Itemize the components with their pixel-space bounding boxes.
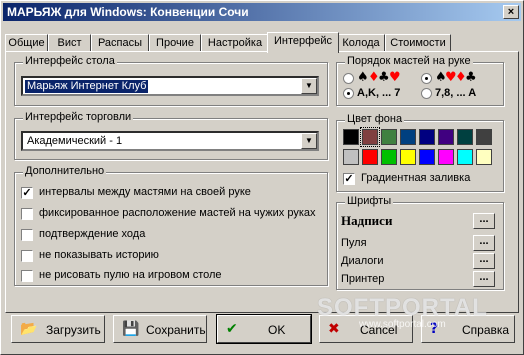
font-item-printer: Принтер bbox=[341, 273, 385, 285]
tab-deck[interactable]: Колода bbox=[337, 34, 385, 51]
color-swatch[interactable] bbox=[343, 149, 359, 165]
trade-interface-label: Интерфейс торговли bbox=[23, 111, 134, 123]
color-swatch[interactable] bbox=[419, 129, 435, 145]
trade-interface-value: Академический - 1 bbox=[27, 135, 123, 147]
option-label-5: не рисовать пулю на игровом столе bbox=[39, 269, 222, 281]
color-swatch[interactable] bbox=[476, 149, 492, 165]
dialog-window: МАРЬЯЖ для Windows: Конвенции Сочи × Общ… bbox=[0, 0, 524, 355]
trade-interface-select[interactable]: Академический - 1 ▼ bbox=[21, 131, 319, 151]
color-swatch[interactable] bbox=[381, 149, 397, 165]
option-checkbox-2[interactable] bbox=[21, 208, 33, 220]
heart-icon: ♥ bbox=[389, 70, 401, 85]
rank-order-radio-1[interactable] bbox=[343, 88, 354, 99]
gradient-checkbox[interactable]: ✓ bbox=[343, 173, 355, 185]
option-checkbox-3[interactable] bbox=[21, 229, 33, 241]
tab-other[interactable]: Прочие bbox=[149, 34, 201, 51]
color-swatch[interactable] bbox=[400, 129, 416, 145]
option-checkbox-1[interactable]: ✓ bbox=[21, 187, 33, 199]
color-swatch[interactable] bbox=[360, 127, 380, 147]
font-captions-button[interactable]: ... bbox=[473, 213, 495, 229]
tab-page-interface: Интерфейс стола Марьяж Интернет Клуб ▼ И… bbox=[5, 51, 519, 313]
tab-settings[interactable]: Настройка bbox=[201, 34, 269, 51]
save-label: Сохранить bbox=[146, 323, 206, 337]
club-icon: ♣ bbox=[378, 70, 390, 85]
load-icon: 📂 bbox=[20, 321, 38, 337]
load-button[interactable]: 📂 Загрузить bbox=[11, 315, 105, 343]
color-swatch[interactable] bbox=[457, 149, 473, 165]
tab-whist[interactable]: Вист bbox=[48, 34, 91, 51]
window-title: МАРЬЯЖ для Windows: Конвенции Сочи bbox=[7, 5, 249, 19]
ok-label: OK bbox=[268, 323, 286, 337]
fonts-label: Шрифты bbox=[345, 195, 394, 207]
watermark-brand: SOFTPORTAL bbox=[317, 294, 488, 321]
color-swatch[interactable] bbox=[438, 149, 454, 165]
cancel-x-icon: ✖ bbox=[328, 321, 340, 337]
suit-order-radio-1[interactable] bbox=[343, 73, 354, 84]
color-swatch[interactable] bbox=[419, 149, 435, 165]
background-color-label: Цвет фона bbox=[345, 113, 405, 125]
ok-button[interactable]: ✔ OK bbox=[216, 314, 312, 344]
suit-order-group: Порядок мастей на руке ♠ ♦ ♣ ♥ ♠ ♥ ♦ ♣ A… bbox=[336, 55, 504, 106]
option-label-1: интервалы между мастями на своей руке bbox=[39, 186, 251, 198]
color-swatch[interactable] bbox=[476, 129, 492, 145]
font-printer-button[interactable]: ... bbox=[473, 271, 495, 287]
table-interface-value: Марьяж Интернет Клуб bbox=[25, 80, 149, 93]
suit-order-label: Порядок мастей на руке bbox=[345, 55, 473, 67]
tab-general[interactable]: Общие bbox=[5, 34, 48, 51]
rank-order-label-2: 7,8, ... A bbox=[435, 87, 477, 99]
font-item-dialogs: Диалоги bbox=[341, 255, 384, 267]
background-color-group: Цвет фона ✓ Градиентная заливка bbox=[336, 113, 504, 192]
suit-order-radio-2[interactable] bbox=[421, 73, 432, 84]
color-swatch[interactable] bbox=[457, 129, 473, 145]
chevron-down-icon[interactable]: ▼ bbox=[301, 78, 317, 94]
watermark-url: www.softportal.com bbox=[359, 319, 446, 330]
font-item-captions: Надписи bbox=[341, 213, 393, 228]
table-interface-select[interactable]: Марьяж Интернет Клуб ▼ bbox=[21, 76, 319, 96]
tab-interface[interactable]: Интерфейс bbox=[267, 32, 339, 53]
save-icon: 💾 bbox=[122, 321, 140, 337]
table-interface-label: Интерфейс стола bbox=[23, 55, 117, 67]
option-checkbox-4[interactable] bbox=[21, 250, 33, 262]
option-label-3: подтверждение хода bbox=[39, 228, 146, 240]
color-swatch[interactable] bbox=[438, 129, 454, 145]
additional-group: Дополнительно ✓ интервалы между мастями … bbox=[14, 165, 328, 286]
option-checkbox-5[interactable] bbox=[21, 270, 33, 282]
rank-order-radio-2[interactable] bbox=[421, 88, 432, 99]
additional-label: Дополнительно bbox=[23, 165, 107, 177]
fonts-group: Шрифты Надписи ... Пуля ... Диалоги ... … bbox=[336, 195, 504, 290]
table-interface-group: Интерфейс стола Марьяж Интернет Клуб ▼ bbox=[14, 55, 328, 106]
club-icon: ♣ bbox=[465, 70, 477, 85]
help-label: Справка bbox=[462, 323, 510, 337]
color-swatch[interactable] bbox=[400, 149, 416, 165]
check-icon: ✔ bbox=[226, 321, 238, 337]
save-button[interactable]: 💾 Сохранить bbox=[113, 315, 207, 343]
rank-order-label-1: A,K, ... 7 bbox=[357, 87, 401, 99]
color-swatch[interactable] bbox=[343, 129, 359, 145]
trade-interface-group: Интерфейс торговли Академический - 1 ▼ bbox=[14, 111, 328, 160]
option-label-4: не показывать историю bbox=[39, 249, 159, 261]
font-item-pulya: Пуля bbox=[341, 237, 367, 249]
chevron-down-icon[interactable]: ▼ bbox=[301, 133, 317, 149]
font-dialogs-button[interactable]: ... bbox=[473, 253, 495, 269]
color-swatch[interactable] bbox=[381, 129, 397, 145]
option-label-2: фиксированное расположение мастей на чуж… bbox=[39, 207, 316, 219]
close-button[interactable]: × bbox=[503, 5, 519, 19]
title-bar[interactable]: МАРЬЯЖ для Windows: Конвенции Сочи × bbox=[3, 3, 521, 21]
spade-icon: ♠ bbox=[357, 70, 369, 85]
tab-costs[interactable]: Стоимости bbox=[385, 34, 451, 51]
load-label: Загрузить bbox=[46, 323, 101, 337]
tab-raspasy[interactable]: Распасы bbox=[91, 34, 149, 51]
color-swatch[interactable] bbox=[362, 149, 378, 165]
gradient-label: Градиентная заливка bbox=[361, 172, 471, 184]
font-pulya-button[interactable]: ... bbox=[473, 235, 495, 251]
